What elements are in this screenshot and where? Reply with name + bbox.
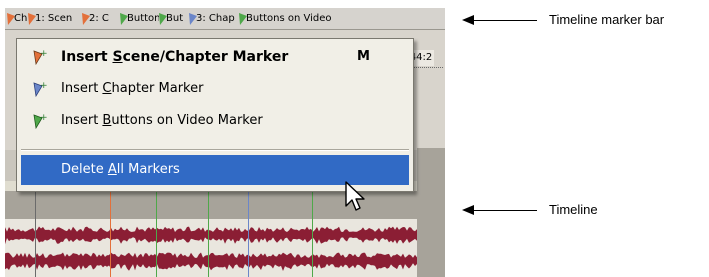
callout-line [472, 20, 537, 21]
menu-item-label: Delete All Markers [61, 162, 180, 177]
track-separator [5, 191, 445, 219]
svg-text:+: + [40, 113, 48, 123]
callout-line [472, 210, 537, 211]
menu-item-label: Insert Scene/Chapter Marker [61, 49, 289, 65]
scene-chapter-marker-icon: + [33, 49, 48, 66]
marker-item[interactable]: Ch [7, 11, 28, 27]
menu-item-shortcut: M [357, 49, 370, 64]
menu-item-insert-buttons-on-video-marker[interactable]: + Insert Buttons on Video Marker [17, 107, 413, 135]
marker-item[interactable]: 3: Chap [189, 11, 239, 27]
callout-marker-bar: Timeline marker bar [549, 12, 665, 27]
svg-text:+: + [40, 49, 48, 59]
context-menu: + Insert Scene/Chapter Marker M + Insert… [16, 38, 414, 192]
timeline-marker-bar[interactable]: Ch 1: Scen 2: C Button But 3: Chap Butto… [5, 8, 445, 30]
menu-separator [21, 149, 409, 151]
audio-waveform [5, 252, 417, 271]
menu-item-label: Insert Buttons on Video Marker [61, 113, 263, 128]
marker-item[interactable]: But [159, 11, 189, 27]
marker-item[interactable]: Buttons on Video [239, 11, 445, 27]
marker-item[interactable]: 1: Scen [28, 11, 82, 27]
menu-item-insert-chapter-marker[interactable]: + Insert Chapter Marker [17, 75, 413, 103]
mouse-pointer-icon [345, 181, 365, 211]
track-header-area [417, 148, 445, 277]
app-screenshot: Ch 1: Scen 2: C Button But 3: Chap Butto… [5, 8, 445, 277]
chapter-marker-icon: + [33, 81, 48, 98]
marker-item[interactable]: 2: C [82, 11, 120, 27]
audio-waveform [5, 226, 417, 245]
callout-timeline: Timeline [549, 202, 598, 217]
marker-item[interactable]: Button [120, 11, 159, 27]
svg-text:+: + [40, 81, 48, 91]
menu-item-label: Insert Chapter Marker [61, 81, 204, 96]
buttons-marker-icon: + [33, 113, 48, 130]
audio-tracks[interactable] [5, 219, 417, 277]
menu-item-insert-scene-chapter-marker[interactable]: + Insert Scene/Chapter Marker M [17, 43, 413, 71]
